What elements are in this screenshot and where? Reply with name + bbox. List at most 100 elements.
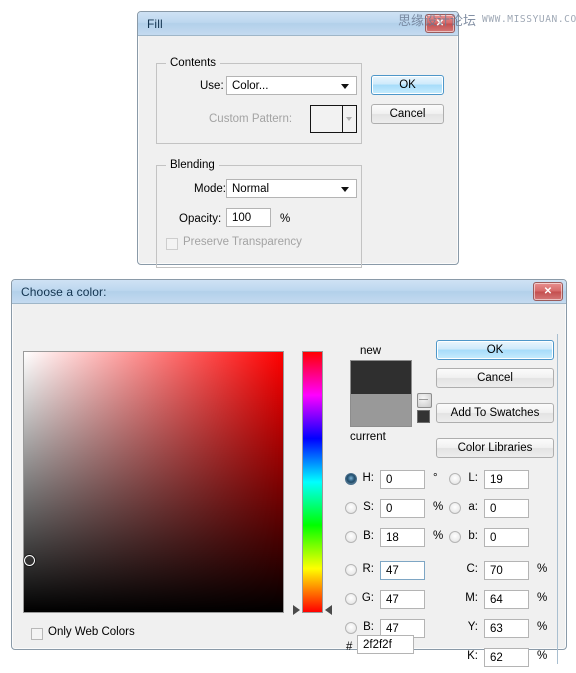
cmyk-k-label: K: xyxy=(467,650,478,662)
hsb-b-input[interactable]: 18 xyxy=(380,528,425,547)
choose-a-color-dialog: Choose a color: ✕ new current OK Cancel … xyxy=(11,279,567,667)
color-preview-swatch[interactable] xyxy=(350,360,412,427)
rgb-r-input[interactable]: 47 xyxy=(380,561,425,580)
hue-marker-left-icon xyxy=(293,605,300,616)
hsb-s-input[interactable]: 0 xyxy=(380,499,425,518)
hex-input[interactable]: 2f2f2f xyxy=(357,635,414,654)
only-web-colors-checkbox[interactable] xyxy=(31,628,43,640)
custom-pattern-swatch[interactable] xyxy=(310,105,357,133)
preserve-transparency-checkbox[interactable] xyxy=(166,238,178,250)
rgb-r-value: 47 xyxy=(386,564,399,577)
rgb-g-input[interactable]: 47 xyxy=(380,590,425,609)
lab-a-input[interactable]: 0 xyxy=(484,499,529,518)
color-libraries-button[interactable]: Color Libraries xyxy=(436,438,554,458)
hue-slider[interactable] xyxy=(302,351,323,613)
current-color-label: current xyxy=(350,431,386,443)
cmyk-c-input[interactable]: 70 xyxy=(484,561,529,580)
mode-combo[interactable]: Normal xyxy=(226,179,357,198)
blending-group-legend: Blending xyxy=(166,159,219,171)
alternate-color-mini-swatch[interactable] xyxy=(417,410,430,423)
fill-dialog-title: Fill xyxy=(147,16,163,31)
watermark-site-text: WWW.MISSYUAN.COM xyxy=(482,14,576,25)
contents-group-legend: Contents xyxy=(166,57,221,69)
radio-hsb-s[interactable] xyxy=(345,502,357,514)
color-ok-button[interactable]: OK xyxy=(436,340,554,360)
radio-hsb-h[interactable] xyxy=(345,473,357,485)
hsb-s-value: 0 xyxy=(386,502,393,515)
radio-hsb-b[interactable] xyxy=(345,531,357,543)
custom-pattern-label: Custom Pattern: xyxy=(209,113,293,125)
panel-divider xyxy=(557,334,558,664)
chevron-down-icon xyxy=(341,186,349,192)
cmyk-y-label: Y: xyxy=(467,621,478,633)
add-to-swatches-button[interactable]: Add To Swatches xyxy=(436,403,554,423)
cmyk-k-value: 62 xyxy=(490,651,503,664)
hsb-b-value: 18 xyxy=(386,531,399,544)
preserve-transparency-label: Preserve Transparency xyxy=(183,236,302,248)
cmyk-m-value: 64 xyxy=(490,593,503,606)
rgb-b-label: B: xyxy=(363,621,374,633)
cmyk-c-value: 70 xyxy=(490,564,503,577)
radio-rgb-g[interactable] xyxy=(345,593,357,605)
cmyk-m-input[interactable]: 64 xyxy=(484,590,529,609)
rgb-g-label: G: xyxy=(361,592,374,604)
only-web-colors-label: Only Web Colors xyxy=(48,626,135,638)
lab-b-value: 0 xyxy=(490,531,497,544)
out-of-gamut-warning-icon[interactable] xyxy=(417,393,432,408)
fill-cancel-button[interactable]: Cancel xyxy=(371,104,444,124)
pattern-dropdown-arrow-icon[interactable] xyxy=(342,106,356,132)
cmyk-k-input[interactable]: 62 xyxy=(484,648,529,667)
opacity-percent-label: % xyxy=(280,213,291,225)
cmyk-m-unit: % xyxy=(537,592,548,604)
cmyk-y-input[interactable]: 63 xyxy=(484,619,529,638)
fill-dialog-titlebar[interactable]: Fill ✕ xyxy=(138,12,458,36)
lab-l-label: L: xyxy=(468,472,478,484)
fill-dialog: Fill ✕ Contents Use: Color... Custom Pat… xyxy=(137,11,459,268)
radio-lab-a[interactable] xyxy=(449,502,461,514)
new-color-label: new xyxy=(360,345,382,357)
use-label: Use: xyxy=(200,80,224,92)
radio-rgb-r[interactable] xyxy=(345,564,357,576)
lab-l-input[interactable]: 19 xyxy=(484,470,529,489)
use-combo[interactable]: Color... xyxy=(226,76,357,95)
rgb-r-label: R: xyxy=(362,563,375,575)
rgb-b-value: 47 xyxy=(386,622,399,635)
hsb-h-unit: ° xyxy=(433,472,438,484)
close-icon[interactable]: ✕ xyxy=(425,14,455,33)
radio-lab-l[interactable] xyxy=(449,473,461,485)
color-cancel-button[interactable]: Cancel xyxy=(436,368,554,388)
cmyk-c-label: C: xyxy=(466,563,479,575)
radio-rgb-b[interactable] xyxy=(345,622,357,634)
lab-l-value: 19 xyxy=(490,473,503,486)
opacity-input[interactable]: 100 xyxy=(226,208,271,227)
fill-ok-button[interactable]: OK xyxy=(371,75,444,95)
hue-marker-right-icon xyxy=(325,605,332,616)
cmyk-m-label: M: xyxy=(465,592,478,604)
hex-symbol-label: # xyxy=(346,641,353,653)
hsb-h-label: H: xyxy=(362,472,375,484)
hsb-h-value: 0 xyxy=(386,473,393,486)
hsb-s-unit: % xyxy=(433,501,444,513)
hex-value: 2f2f2f xyxy=(363,638,392,651)
hsb-b-label: B: xyxy=(363,530,374,542)
saturation-brightness-field[interactable] xyxy=(23,351,284,613)
cmyk-k-unit: % xyxy=(537,650,548,662)
mode-combo-value: Normal xyxy=(232,182,270,195)
lab-b-label: b: xyxy=(468,530,478,542)
hsb-b-unit: % xyxy=(433,530,444,542)
current-color-swatch[interactable] xyxy=(351,393,411,426)
radio-lab-b[interactable] xyxy=(449,531,461,543)
close-icon[interactable]: ✕ xyxy=(533,282,563,301)
lab-b-input[interactable]: 0 xyxy=(484,528,529,547)
cmyk-y-value: 63 xyxy=(490,622,503,635)
cmyk-c-unit: % xyxy=(537,563,548,575)
opacity-value: 100 xyxy=(232,211,252,224)
color-dialog-title: Choose a color: xyxy=(21,284,107,299)
use-combo-value: Color... xyxy=(232,79,269,92)
color-dialog-titlebar[interactable]: Choose a color: ✕ xyxy=(12,280,566,304)
new-color-swatch[interactable] xyxy=(351,361,411,394)
color-field-marker xyxy=(23,554,35,566)
rgb-g-value: 47 xyxy=(386,593,399,606)
hsb-h-input[interactable]: 0 xyxy=(380,470,425,489)
mode-label: Mode: xyxy=(194,183,226,195)
